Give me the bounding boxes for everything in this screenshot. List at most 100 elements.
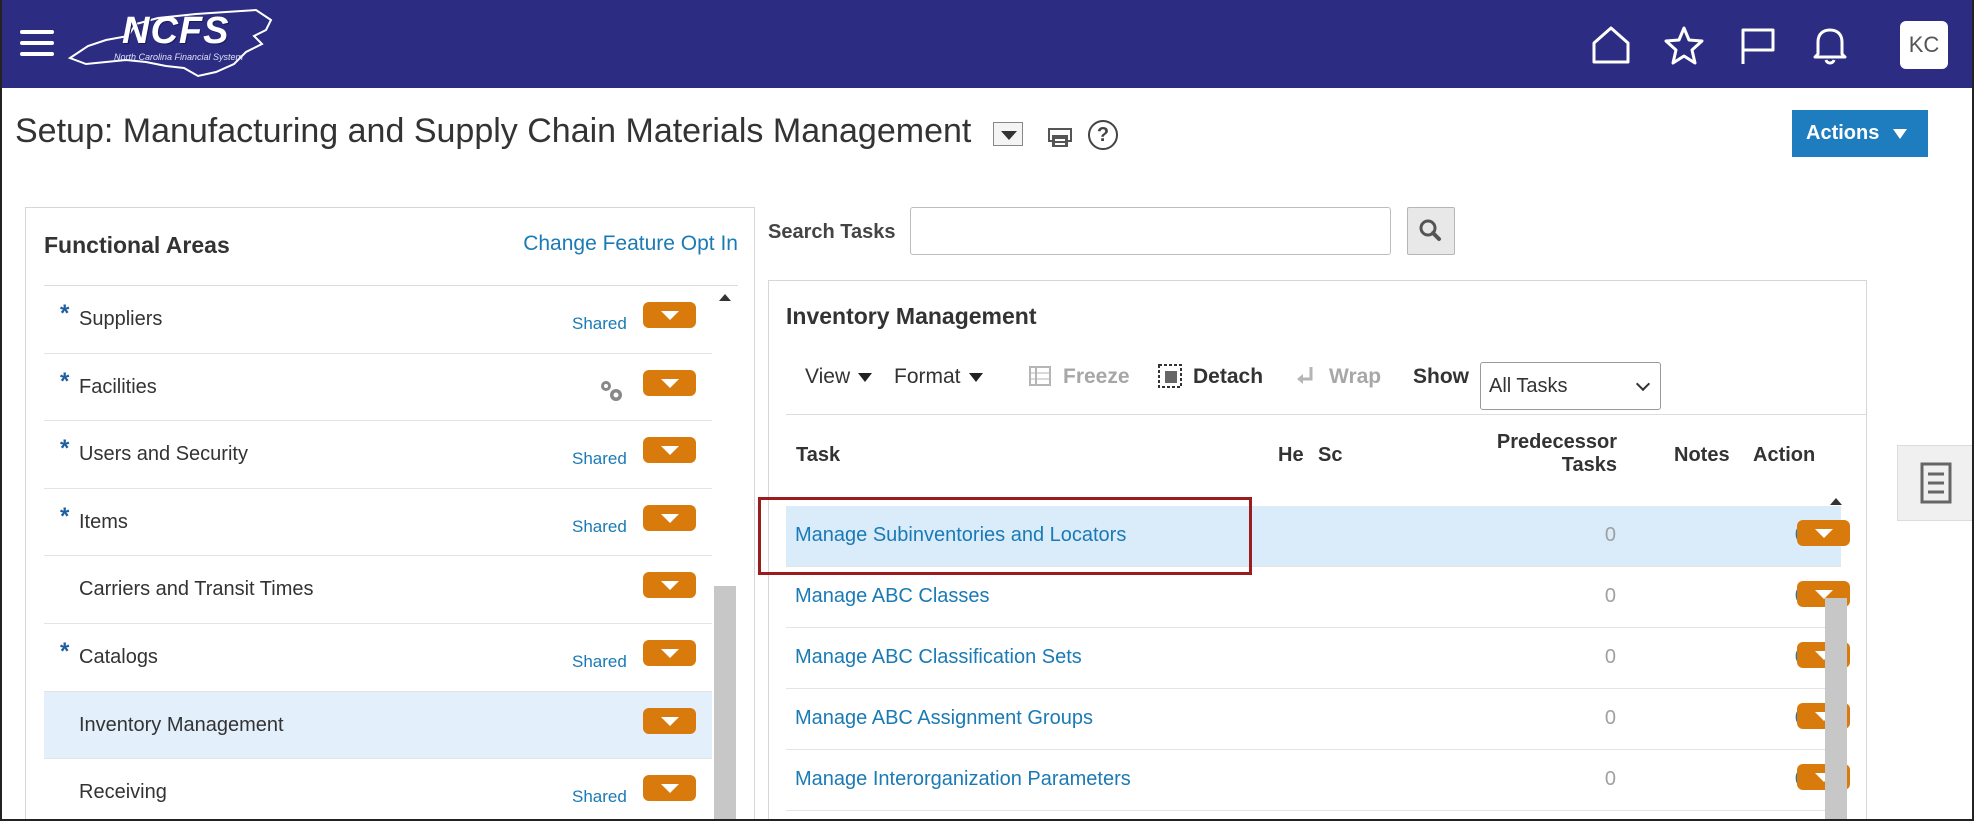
notifications-bell-icon[interactable]	[1808, 24, 1852, 66]
task-link[interactable]: Manage Interorganization Parameters	[795, 768, 1131, 791]
ncfs-logo[interactable]: NCFS North Carolina Financial System	[66, 6, 276, 84]
functional-area-receiving[interactable]: Receiving Shared	[44, 759, 712, 821]
show-tasks-select[interactable]: All Tasks	[1480, 362, 1661, 410]
column-header-help[interactable]: He	[1278, 444, 1304, 467]
format-label: Format	[894, 365, 961, 388]
functional-area-label: Users and Security	[79, 443, 248, 466]
actions-label: Actions	[1806, 122, 1880, 144]
predecessor-count: 0	[1604, 707, 1616, 729]
functional-area-suppliers[interactable]: * Suppliers Shared	[44, 286, 712, 354]
functional-area-actions-button[interactable]	[643, 302, 696, 328]
table-row[interactable]: Manage ABC Assignment Groups 0 0	[786, 689, 1850, 750]
functional-area-inventory-management[interactable]: Inventory Management	[44, 691, 712, 760]
functional-area-label: Receiving	[79, 781, 167, 804]
notes-count-link[interactable]: 0	[1716, 524, 1806, 547]
help-icon[interactable]: ?	[1088, 120, 1118, 150]
task-link[interactable]: Manage ABC Classification Sets	[795, 646, 1082, 669]
predecessor-header-line2: Tasks	[1561, 454, 1617, 476]
side-panel-tab[interactable]	[1897, 445, 1974, 521]
change-feature-opt-in-link[interactable]: Change Feature Opt In	[523, 232, 738, 256]
search-tasks-label: Search Tasks	[768, 221, 896, 243]
favorites-star-icon[interactable]	[1662, 24, 1706, 66]
functional-area-actions-button[interactable]	[643, 775, 696, 802]
table-row[interactable]: Manage ABC Classes 0 0	[786, 567, 1850, 628]
required-marker: *	[60, 300, 70, 327]
shared-link[interactable]: Shared	[572, 449, 627, 469]
caret-down-icon	[858, 372, 873, 382]
predecessor-count: 0	[1604, 646, 1616, 668]
functional-area-actions-button[interactable]	[643, 437, 696, 464]
chevron-down-icon	[1635, 376, 1651, 392]
title-dropdown-button[interactable]	[993, 122, 1023, 146]
print-icon[interactable]	[1046, 126, 1076, 152]
view-menu[interactable]: View	[805, 365, 873, 389]
search-button[interactable]	[1407, 207, 1455, 255]
notes-document-icon	[1920, 462, 1952, 504]
notes-count-link[interactable]: 0	[1716, 707, 1806, 730]
shared-link[interactable]: Shared	[572, 314, 627, 334]
tasks-table-scrollbar[interactable]	[1825, 418, 1847, 821]
functional-area-facilities[interactable]: * Facilities	[44, 354, 712, 422]
detach-button[interactable]: Detach	[1193, 365, 1263, 389]
functional-area-carriers-and-transit-times[interactable]: Carriers and Transit Times	[44, 556, 712, 624]
column-header-actions[interactable]: Action	[1753, 444, 1825, 467]
task-link[interactable]: Manage ABC Assignment Groups	[795, 707, 1093, 730]
functional-area-users-and-security[interactable]: * Users and Security Shared	[44, 421, 712, 489]
column-header-scope[interactable]: Sc	[1318, 444, 1348, 467]
task-link[interactable]: Manage ABC Classes	[795, 585, 990, 608]
notes-count-link[interactable]: 0	[1716, 768, 1806, 791]
column-header-task[interactable]: Task	[796, 444, 840, 467]
view-label: View	[805, 365, 851, 388]
logo-subtext: North Carolina Financial System	[114, 52, 244, 62]
functional-area-label: Suppliers	[79, 308, 163, 330]
predecessor-count: 0	[1604, 585, 1616, 607]
column-header-predecessor-tasks[interactable]: Predecessor Tasks	[1399, 431, 1617, 477]
gears-icon[interactable]	[596, 376, 628, 404]
functional-area-label: Inventory Management	[79, 713, 284, 736]
functional-area-actions-button[interactable]	[643, 369, 696, 396]
wrap-button[interactable]: Wrap	[1329, 365, 1381, 389]
table-row[interactable]: Manage Interorganization Parameters 0 0	[786, 750, 1850, 811]
flag-icon[interactable]	[1735, 24, 1779, 66]
functional-area-label: Catalogs	[79, 645, 158, 668]
functional-area-catalogs[interactable]: * Catalogs Shared	[44, 624, 712, 692]
chevron-down-icon	[1893, 128, 1908, 139]
home-icon[interactable]	[1589, 24, 1633, 66]
scroll-up-arrow-icon[interactable]	[719, 294, 731, 301]
required-marker: *	[60, 637, 70, 665]
scroll-up-arrow-icon[interactable]	[1830, 498, 1842, 505]
format-menu[interactable]: Format	[894, 365, 983, 389]
detach-icon	[1157, 363, 1183, 389]
freeze-icon	[1027, 363, 1053, 389]
functional-areas-title: Functional Areas	[44, 232, 230, 258]
menu-icon[interactable]	[20, 30, 54, 58]
functional-areas-scrollbar[interactable]	[714, 286, 736, 821]
tasks-panel-title: Inventory Management	[786, 303, 1037, 329]
scrollbar-thumb[interactable]	[714, 586, 736, 821]
column-header-notes[interactable]: Notes	[1674, 444, 1730, 467]
required-marker: *	[60, 435, 70, 463]
caret-down-icon	[968, 372, 983, 382]
freeze-button[interactable]: Freeze	[1063, 365, 1130, 389]
actions-menu-button[interactable]: Actions	[1792, 110, 1928, 157]
shared-link[interactable]: Shared	[572, 517, 627, 537]
functional-areas-list: * Suppliers Shared * Facilities * Users …	[44, 286, 712, 821]
top-navigation-bar: NCFS North Carolina Financial System KC	[0, 0, 1974, 88]
functional-area-actions-button[interactable]	[643, 572, 696, 599]
predecessor-count: 0	[1604, 524, 1616, 546]
functional-area-actions-button[interactable]	[643, 504, 696, 531]
search-tasks-input[interactable]	[910, 207, 1391, 255]
wrap-icon	[1293, 363, 1319, 389]
shared-link[interactable]: Shared	[572, 787, 627, 807]
notes-count-link[interactable]: 0	[1716, 646, 1806, 669]
table-row[interactable]: Manage ABC Classification Sets 0 0	[786, 628, 1850, 689]
user-avatar[interactable]: KC	[1900, 21, 1948, 69]
functional-area-actions-button[interactable]	[643, 707, 696, 734]
scrollbar-thumb[interactable]	[1825, 598, 1847, 821]
predecessor-count: 0	[1604, 768, 1616, 790]
notes-count-link[interactable]: 0	[1716, 585, 1806, 608]
functional-area-actions-button[interactable]	[643, 639, 696, 666]
functional-area-items[interactable]: * Items Shared	[44, 489, 712, 557]
page-title: Setup: Manufacturing and Supply Chain Ma…	[15, 112, 972, 150]
shared-link[interactable]: Shared	[572, 652, 627, 672]
